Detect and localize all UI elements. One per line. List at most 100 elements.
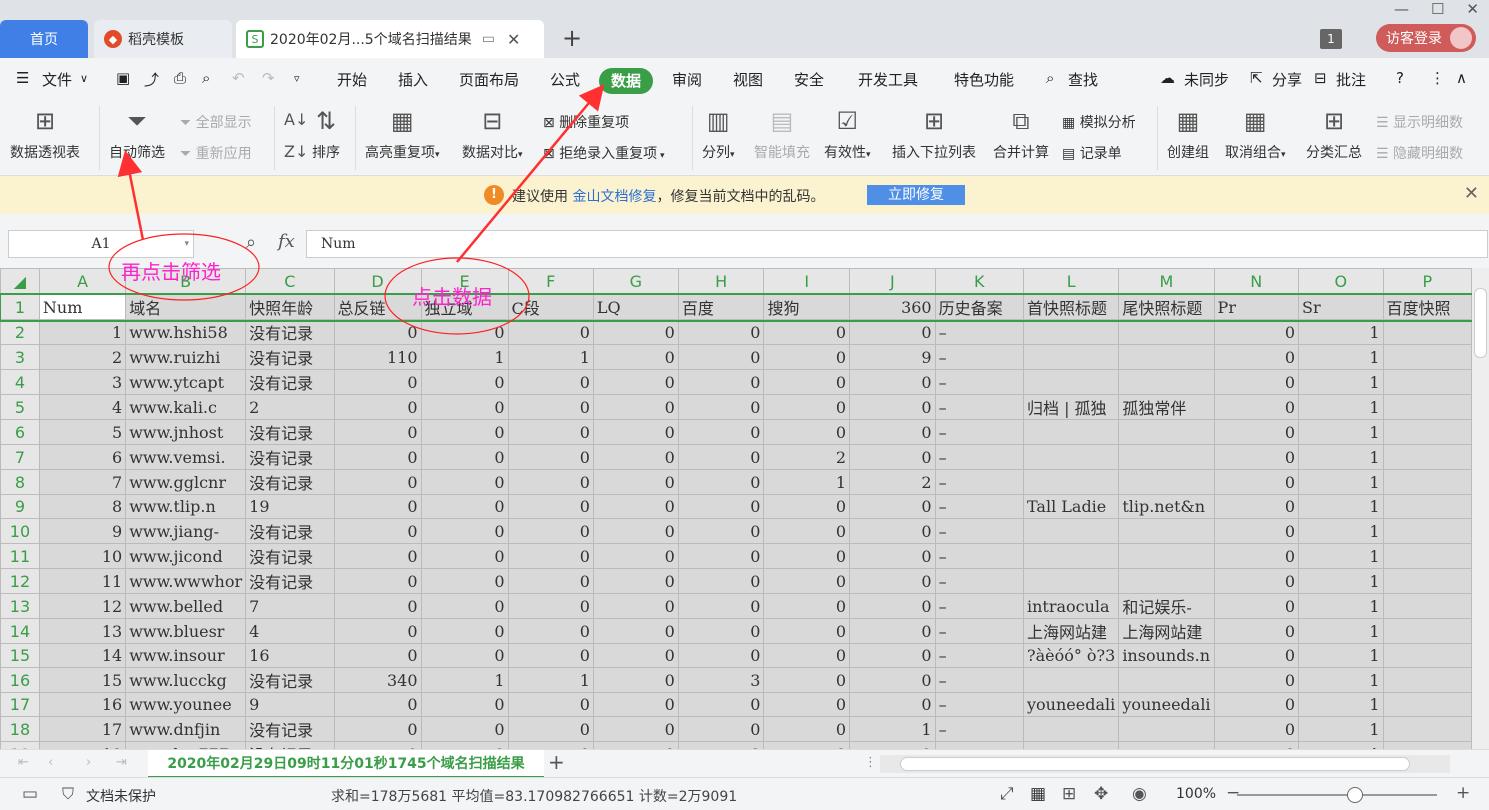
spreadsheet-grid[interactable]: ◢ A B C D E F G H I J K L M N O P 1 Num 域名 快照年龄 总反链 独立域 C段 LQ 百度… <box>0 268 1472 749</box>
cell[interactable]: 0 <box>677 741 765 749</box>
cell[interactable]: 1 <box>1298 444 1384 470</box>
cell[interactable]: 1 <box>1298 716 1384 742</box>
sync-status[interactable]: 未同步 <box>1184 69 1229 90</box>
split-column-button[interactable]: ▥ 分列▾ <box>702 106 735 162</box>
cell[interactable]: 0 <box>1213 667 1300 693</box>
cell[interactable]: 0 <box>849 518 936 544</box>
record-form-button[interactable]: ▤ 记录单 <box>1062 143 1122 163</box>
cell[interactable]: 2 <box>38 344 127 370</box>
cell[interactable]: youneedali <box>1022 692 1120 717</box>
cell[interactable]: 0 <box>1213 369 1300 395</box>
row-header[interactable]: 15 <box>0 643 40 668</box>
cell[interactable]: 0 <box>592 568 679 594</box>
cell[interactable]: 0 <box>849 369 936 395</box>
cell[interactable]: 0 <box>333 319 422 345</box>
cell[interactable]: 孤独常伴 <box>1118 394 1215 420</box>
review-button[interactable]: 批注 <box>1336 69 1366 90</box>
cell[interactable]: – <box>934 568 1024 594</box>
cell[interactable]: 1 <box>1298 518 1384 544</box>
hide-detail-button[interactable]: ☰ 隐藏明细数 <box>1376 143 1488 163</box>
cell[interactable]: www.jnhost <box>125 419 247 445</box>
cell[interactable]: 3 <box>38 369 127 395</box>
cell[interactable]: 0 <box>592 444 679 470</box>
close-window-icon[interactable]: ✕ <box>1466 0 1479 18</box>
cell[interactable]: 0 <box>849 643 936 668</box>
reading-mode-icon[interactable]: ✥ <box>1094 784 1108 804</box>
cell[interactable] <box>1382 518 1472 544</box>
cell[interactable]: 0 <box>849 494 936 519</box>
close-icon[interactable]: ✕ <box>1464 183 1479 204</box>
cell[interactable]: www.hshi58 <box>125 319 247 345</box>
cell[interactable] <box>1118 741 1215 749</box>
cell[interactable]: 1 <box>1298 344 1384 370</box>
cell[interactable]: – <box>934 394 1024 420</box>
cell[interactable]: – <box>934 692 1024 717</box>
save-icon[interactable]: ▣ <box>116 69 130 87</box>
cell[interactable]: 9 <box>849 344 936 370</box>
cell[interactable]: 0 <box>333 394 422 420</box>
cell[interactable]: 没有记录 <box>245 319 335 345</box>
normal-view-icon[interactable]: ▦ <box>1030 784 1046 804</box>
column-header-k[interactable]: K <box>934 268 1024 295</box>
cell[interactable]: 历史备案 <box>934 294 1024 320</box>
cell[interactable]: 0 <box>1213 741 1300 749</box>
more-sheets-icon[interactable]: ⋮ <box>864 755 877 770</box>
cell[interactable]: 0 <box>333 469 422 495</box>
cell[interactable]: 3 <box>677 667 765 693</box>
sort-button[interactable]: ⇅ 排序 <box>312 106 340 162</box>
column-header-f[interactable]: F <box>507 268 594 295</box>
zoom-slider-knob[interactable] <box>1347 787 1363 803</box>
cell[interactable]: 0 <box>849 618 936 644</box>
cell[interactable]: 9 <box>38 518 127 544</box>
column-header-j[interactable]: J <box>849 268 936 295</box>
cell[interactable] <box>1382 692 1472 717</box>
cell[interactable]: 0 <box>333 518 422 544</box>
cell[interactable]: 11 <box>38 568 127 594</box>
row-header[interactable]: 12 <box>0 568 40 594</box>
cell[interactable] <box>1118 667 1215 693</box>
cell[interactable]: – <box>934 716 1024 742</box>
cell[interactable]: 0 <box>763 618 851 644</box>
cell[interactable]: 1 <box>1298 643 1384 668</box>
cell[interactable]: www.kali.c <box>125 394 247 420</box>
cell[interactable]: 0 <box>677 518 765 544</box>
cell[interactable] <box>1022 344 1120 370</box>
row-header[interactable]: 2 <box>0 319 40 345</box>
zoom-out-icon[interactable]: − <box>1226 783 1240 803</box>
cell[interactable] <box>1382 618 1472 644</box>
column-header-g[interactable]: G <box>592 268 679 295</box>
row-header[interactable]: 9 <box>0 494 40 519</box>
cell[interactable]: 0 <box>420 319 509 345</box>
cell[interactable] <box>1382 444 1472 470</box>
cell[interactable] <box>1382 319 1472 345</box>
cell[interactable]: 0 <box>507 444 594 470</box>
cell[interactable]: 0 <box>507 369 594 395</box>
cell[interactable]: – <box>934 593 1024 619</box>
cell[interactable] <box>1022 741 1120 749</box>
cell[interactable]: 0 <box>420 419 509 445</box>
cell[interactable]: – <box>934 369 1024 395</box>
cell[interactable]: 0 <box>507 741 594 749</box>
cell[interactable]: 5 <box>38 419 127 445</box>
cell[interactable] <box>1022 543 1120 569</box>
cell[interactable] <box>1382 344 1472 370</box>
cell[interactable]: 0 <box>763 692 851 717</box>
cell[interactable]: 0 <box>1213 692 1300 717</box>
cell[interactable]: 0 <box>420 643 509 668</box>
prev-sheet-icon[interactable]: ‹ <box>48 755 53 770</box>
cell[interactable]: 19 <box>245 494 335 519</box>
cell[interactable] <box>1022 369 1120 395</box>
cell[interactable]: 首快照标题 <box>1022 294 1120 320</box>
search-icon[interactable]: ⌕ <box>1046 69 1054 87</box>
window-count-badge[interactable]: 1 <box>1320 29 1342 49</box>
cell[interactable]: 0 <box>849 741 936 749</box>
cell[interactable]: 没有记录 <box>245 469 335 495</box>
column-header-i[interactable]: I <box>763 268 851 295</box>
cell[interactable]: 0 <box>763 568 851 594</box>
cell[interactable]: 0 <box>592 692 679 717</box>
cell[interactable]: 4 <box>245 618 335 644</box>
simulate-analysis-button[interactable]: ▦ 模拟分析 <box>1062 112 1136 132</box>
cell[interactable]: Tall Ladie <box>1022 494 1120 519</box>
cell[interactable]: 0 <box>592 394 679 420</box>
customize-icon[interactable]: ▿ <box>294 72 300 85</box>
